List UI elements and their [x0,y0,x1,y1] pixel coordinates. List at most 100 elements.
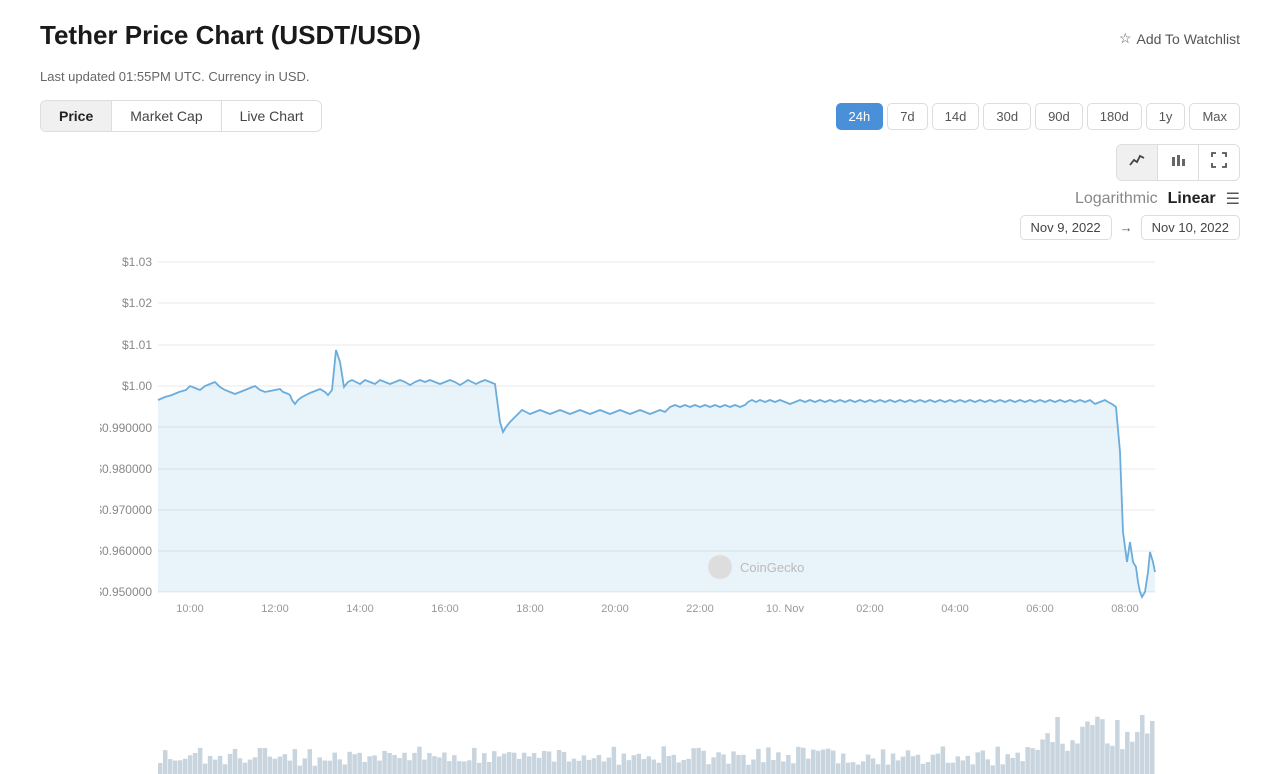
volume-bar [502,754,506,774]
volume-bar [896,760,900,774]
volume-bar [283,754,287,774]
volume-bar [766,747,770,774]
volume-bar [1135,732,1139,774]
time-btn-1y[interactable]: 1y [1146,103,1186,130]
volume-bar [891,753,895,774]
volume-bar [831,751,835,774]
fullscreen-button[interactable] [1199,145,1239,180]
time-btn-24h[interactable]: 24h [836,103,884,130]
volume-bar [203,764,207,774]
line-chart-button[interactable] [1117,145,1158,180]
page-title: Tether Price Chart (USDT/USD) [40,20,421,51]
y-label-2: $1.02 [122,296,152,310]
volume-bar [876,764,880,774]
x-label-08: 08:00 [1111,603,1139,615]
volume-bar [1000,764,1004,774]
volume-bar [652,760,656,774]
volume-bar [243,763,247,774]
volume-bar [657,763,661,774]
volume-bar [1150,721,1154,774]
tab-live-chart[interactable]: Live Chart [222,101,322,131]
menu-icon[interactable]: ☰ [1226,189,1240,209]
volume-bar [507,752,511,774]
volume-bar [357,753,361,774]
volume-bar [756,749,760,774]
date-to[interactable]: Nov 10, 2022 [1141,215,1240,240]
volume-bar [607,758,611,774]
volume-bar [427,753,431,774]
volume-bar [806,759,810,774]
watchlist-button[interactable]: ☆ Add To Watchlist [1119,30,1240,47]
volume-bar [711,757,715,774]
volume-bar [278,757,282,774]
volume-bar [323,760,327,774]
x-label-20: 20:00 [601,603,629,615]
y-label-3: $1.01 [122,338,152,352]
volume-bar [263,748,267,774]
linear-option[interactable]: Linear [1168,190,1216,208]
volume-bar [592,758,596,774]
volume-bar [437,757,441,774]
volume-bar [856,765,860,774]
volume-bar [587,760,591,774]
volume-bar [701,751,705,774]
volume-bar [906,750,910,774]
time-btn-30d[interactable]: 30d [983,103,1031,130]
volume-bar [1015,753,1019,774]
volume-bar [1060,744,1064,774]
time-btn-90d[interactable]: 90d [1035,103,1083,130]
volume-bar [382,751,386,774]
time-btn-180d[interactable]: 180d [1087,103,1142,130]
y-label-8: $0.960000 [100,544,152,558]
volume-bar [971,764,975,774]
bar-chart-button[interactable] [1158,145,1199,180]
volume-bar [213,760,217,774]
date-from[interactable]: Nov 9, 2022 [1020,215,1112,240]
volume-bar [327,761,331,774]
volume-bar [1145,733,1149,774]
y-label-5: $0.990000 [100,421,152,435]
volume-bar [372,755,376,774]
volume-bar [1035,750,1039,774]
volume-bar [173,761,177,774]
volume-bar [193,753,197,774]
y-label-9: $0.950000 [100,585,152,599]
volume-bar [956,756,960,774]
time-btn-14d[interactable]: 14d [932,103,980,130]
x-label-06: 06:00 [1026,603,1054,615]
y-label-1: $1.03 [122,255,152,269]
price-fill [158,350,1155,597]
volume-bar [796,747,800,774]
volume-bar [836,763,840,774]
tab-price[interactable]: Price [41,101,112,131]
time-btn-7d[interactable]: 7d [887,103,927,130]
volume-bar [273,759,277,774]
arrow-icon: → [1120,220,1133,235]
x-label-14: 14:00 [346,603,374,615]
volume-bar [637,754,641,774]
volume-bar [716,752,720,774]
volume-bar [422,760,426,774]
volume-bar [517,759,521,774]
volume-bar [981,751,985,774]
volume-bar [990,765,994,774]
volume-bar [158,763,162,774]
x-label-10nov: 10. Nov [766,603,804,615]
volume-bar [412,753,416,774]
volume-bar [577,761,581,774]
volume-bar [686,759,690,774]
volume-bar [582,755,586,774]
volume-bar [886,765,890,774]
tab-market-cap[interactable]: Market Cap [112,101,221,131]
volume-bar [617,765,621,774]
volume-bar [826,749,830,774]
volume-bar [1055,717,1059,774]
volume-bar [751,759,755,774]
volume-bar [1130,742,1134,774]
volume-bar [457,761,461,774]
time-btn-max[interactable]: Max [1189,103,1240,130]
coingecko-logo [708,555,732,579]
volume-bar [986,759,990,774]
volume-bar [846,763,850,774]
logarithmic-option[interactable]: Logarithmic [1075,190,1158,208]
